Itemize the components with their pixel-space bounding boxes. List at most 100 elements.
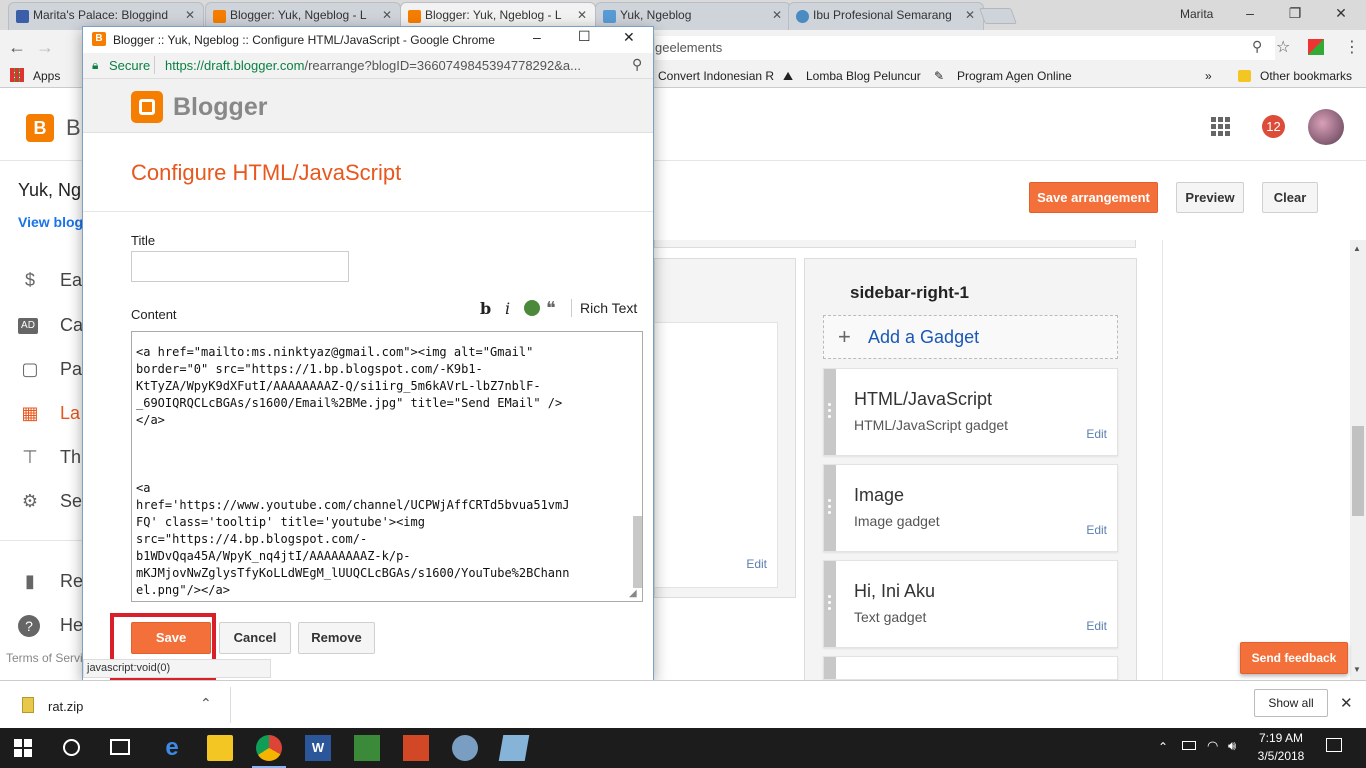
edit-link[interactable]: Edit (746, 557, 767, 571)
zoom-icon[interactable]: ⚲ (1252, 38, 1262, 55)
content-textarea[interactable]: <a href="mailto:ms.ninktyaz@gmail.com"><… (131, 331, 643, 602)
drag-handle-icon[interactable] (824, 657, 836, 679)
gadget-image[interactable]: Image Image gadget Edit (823, 464, 1118, 552)
popup-address-bar[interactable]: 🔒︎ Secure https://draft.blogger.com/rear… (83, 53, 653, 79)
chevron-up-icon[interactable]: ⌃ (200, 695, 212, 712)
word-icon[interactable]: W (305, 735, 331, 761)
google-apps-icon[interactable] (1211, 117, 1231, 137)
download-filename[interactable]: rat.zip (48, 699, 83, 714)
terms-link[interactable]: Terms of Servi (6, 651, 83, 665)
powerpoint-icon[interactable] (403, 735, 429, 761)
remove-button[interactable]: Remove (298, 622, 375, 654)
close-tab-icon[interactable]: ✕ (772, 8, 782, 22)
new-tab-button[interactable] (979, 8, 1017, 24)
close-tab-icon[interactable]: ✕ (382, 8, 392, 22)
preview-button[interactable]: Preview (1176, 182, 1244, 213)
add-gadget-label: Add a Gadget (868, 327, 980, 347)
quote-icon[interactable]: ❝ (546, 298, 556, 319)
blogger-logo-icon[interactable]: B (26, 114, 54, 142)
textarea-scrollbar-thumb[interactable] (633, 516, 642, 588)
notification-badge[interactable]: 12 (1262, 115, 1285, 138)
gadget-text[interactable]: Hi, Ini Aku Text gadget Edit (823, 560, 1118, 648)
zoom-icon[interactable]: ⚲ (632, 56, 642, 73)
cortana-icon[interactable] (63, 739, 80, 756)
bookmark-link[interactable]: Program Agen Online (957, 69, 1072, 83)
address-bar[interactable]: geelements ⚲ (655, 36, 1275, 60)
add-gadget-button[interactable]: + Add a Gadget (823, 315, 1118, 359)
spreadsheet-icon[interactable] (354, 735, 380, 761)
link-icon[interactable] (524, 300, 540, 316)
paint-icon[interactable] (452, 735, 478, 761)
code-line: src="https://4.bp.blogspot.com/- (136, 532, 368, 546)
tab-title: Blogger: Yuk, Ngeblog - L (425, 8, 562, 22)
close-window-icon[interactable]: ✕ (623, 29, 635, 46)
title-label: Title (131, 233, 156, 248)
rich-text-toggle[interactable]: Rich Text (580, 300, 637, 316)
chrome-icon[interactable] (256, 735, 282, 761)
avatar[interactable] (1308, 109, 1344, 145)
italic-icon[interactable]: i (505, 299, 510, 318)
profile-name[interactable]: Marita (1180, 7, 1213, 21)
minimize-icon[interactable]: – (533, 29, 541, 45)
site-favicon-icon (603, 10, 616, 23)
bookmark-link[interactable]: Lomba Blog Peluncur (806, 69, 921, 83)
clock-time[interactable]: 7:19 AM (1256, 731, 1306, 745)
file-explorer-icon[interactable] (207, 735, 233, 761)
scroll-up-icon[interactable]: ▲ (1353, 244, 1361, 253)
browser-tab[interactable]: Ibu Profesional Semarang ✕ (788, 2, 984, 30)
code-line: mKJMjovNwZglysTfyKoLLdWEgM_lUUQCLcBGAs/s… (136, 566, 570, 580)
menu-icon[interactable]: ⋮ (1344, 37, 1360, 57)
close-download-bar-icon[interactable]: ✕ (1340, 694, 1353, 712)
tray-chevron-icon[interactable]: ⌃ (1158, 740, 1168, 754)
action-center-icon[interactable] (1326, 738, 1342, 752)
send-feedback-button[interactable]: Send feedback (1240, 642, 1348, 674)
apps-bookmark[interactable]: Apps (33, 69, 60, 83)
back-icon[interactable]: ← (8, 37, 26, 58)
url-path: /rearrange?blogID=3660749845394778292&a.… (304, 58, 581, 73)
task-view-icon[interactable] (110, 739, 130, 755)
blog-title[interactable]: Yuk, Ng (18, 180, 81, 201)
more-bookmarks-icon[interactable]: » (1205, 69, 1212, 83)
bookmark-star-icon[interactable]: ☆ (1276, 37, 1290, 57)
bold-icon[interactable]: b (480, 299, 491, 318)
theme-icon: ⊤ (22, 447, 38, 467)
cancel-button[interactable]: Cancel (219, 622, 291, 654)
edit-link[interactable]: Edit (1086, 427, 1107, 441)
popup-blogger-header: Blogger (83, 79, 653, 133)
edit-link[interactable]: Edit (1086, 523, 1107, 537)
scroll-down-icon[interactable]: ▼ (1353, 665, 1361, 674)
view-blog-link[interactable]: View blog (18, 214, 83, 230)
title-input[interactable] (131, 251, 349, 282)
close-window-icon[interactable]: ✕ (1331, 5, 1351, 22)
drag-handle-icon[interactable] (824, 369, 836, 455)
edit-link[interactable]: Edit (1086, 619, 1107, 633)
restore-icon[interactable]: ❐ (1285, 5, 1305, 22)
close-tab-icon[interactable]: ✕ (185, 8, 195, 22)
gadget-partial[interactable] (823, 656, 1118, 680)
battery-icon[interactable] (1182, 741, 1196, 750)
minimize-icon[interactable]: – (1240, 5, 1260, 21)
show-all-button[interactable]: Show all (1254, 689, 1328, 717)
clear-button[interactable]: Clear (1262, 182, 1318, 213)
wifi-icon[interactable]: ◠ (1207, 738, 1218, 754)
code-line: border="0" src="https://1.bp.blogspot.co… (136, 362, 483, 376)
gadget-html-javascript[interactable]: HTML/JavaScript HTML/JavaScript gadget E… (823, 368, 1118, 456)
page-scrollbar-thumb[interactable] (1352, 426, 1364, 516)
extension-icon[interactable] (1308, 39, 1324, 55)
apps-icon[interactable] (10, 68, 24, 82)
forward-icon[interactable]: → (36, 37, 54, 58)
app-icon[interactable] (498, 735, 530, 761)
clock-date[interactable]: 3/5/2018 (1256, 749, 1306, 763)
save-arrangement-button[interactable]: Save arrangement (1029, 182, 1158, 213)
windows-start-icon[interactable] (14, 739, 32, 757)
drag-handle-icon[interactable] (824, 465, 836, 551)
bookmark-link[interactable]: Convert Indonesian R (658, 69, 774, 83)
edge-icon[interactable]: e (159, 735, 185, 761)
resize-handle-icon[interactable]: ◢ (629, 588, 637, 599)
drag-handle-icon[interactable] (824, 561, 836, 647)
close-tab-icon[interactable]: ✕ (965, 8, 975, 22)
other-bookmarks[interactable]: Other bookmarks (1260, 69, 1352, 83)
maximize-icon[interactable]: ☐ (578, 28, 591, 45)
volume-icon[interactable]: 🔊︎ (1228, 738, 1236, 754)
close-tab-icon[interactable]: ✕ (577, 8, 587, 22)
